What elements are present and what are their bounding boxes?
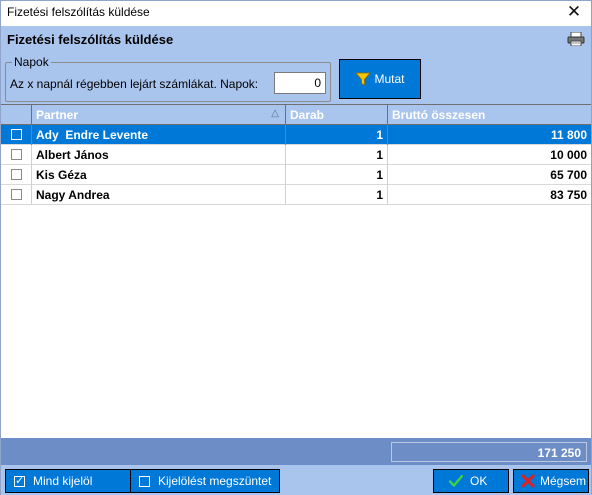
column-header-darab[interactable]: Darab [286,105,388,125]
grid-header: Partner △ Darab Bruttó összesen [1,105,591,125]
brutto-cell: 10 000 [550,148,587,162]
ok-label: OK [470,474,488,488]
show-button[interactable]: Mutat [339,59,421,99]
partner-cell: Kis Géza [32,165,286,185]
column-header-partner-label: Partner [36,108,79,122]
days-label: Az x napnál régebben lejárt számlákat. N… [10,77,259,91]
sort-ascending-icon: △ [271,108,279,119]
ok-button[interactable]: OK [433,469,509,493]
darab-cell: 1 [286,145,388,165]
select-all-label: Mind kijelöl [33,474,93,488]
darab-cell: 1 [286,165,388,185]
table-row[interactable]: Albert János 1 10 000 [1,145,591,165]
checkbox-checked-icon [14,474,25,487]
dialog-window: Fizetési felszólítás küldése ✕ Fizetési … [0,0,592,495]
row-checkbox[interactable] [11,149,22,160]
table-row[interactable]: Ady Endre Levente 1 11 800 [1,125,591,145]
days-group-label: Napok [12,55,51,69]
brutto-cell: 65 700 [550,168,587,182]
dialog-header: Fizetési felszólítás küldése [1,26,591,54]
partner-cell: Ady Endre Levente [32,125,286,145]
row-select-cell [1,185,32,205]
brutto-cell: 83 750 [550,188,587,202]
close-icon[interactable]: ✕ [565,2,583,21]
totals-bar: 171 250 [1,438,591,465]
brutto-cell: 11 800 [550,128,587,142]
window-title: Fizetési felszólítás küldése [7,5,150,19]
partner-cell: Nagy Andrea [32,185,286,205]
darab-cell: 1 [286,125,388,145]
column-header-brutto-label: Bruttó összesen [392,108,486,122]
days-input[interactable]: 0 [274,72,326,94]
check-icon [448,474,464,487]
row-checkbox[interactable] [11,129,22,140]
printer-icon[interactable] [567,32,585,46]
button-bar: Mind kijelöl Kijelölést megszüntet OK Mé… [1,465,591,495]
clear-selection-button[interactable]: Kijelölést megszüntet [130,469,280,493]
title-bar: Fizetési felszólítás küldése ✕ [1,1,591,25]
show-button-label: Mutat [374,72,405,86]
darab-cell: 1 [286,185,388,205]
column-header-darab-label: Darab [290,108,325,122]
row-select-cell [1,165,32,185]
filter-panel: Napok Az x napnál régebben lejárt számlá… [1,54,591,104]
checkbox-column-header [1,105,32,125]
row-checkbox[interactable] [11,189,22,200]
days-group: Napok Az x napnál régebben lejárt számlá… [5,55,331,102]
table-row[interactable]: Nagy Andrea 1 83 750 [1,185,591,205]
row-checkbox[interactable] [11,169,22,180]
row-select-cell [1,125,32,145]
row-select-cell [1,145,32,165]
cancel-button[interactable]: Mégsem [513,469,589,493]
checkbox-unchecked-icon [139,475,150,487]
select-all-button[interactable]: Mind kijelöl [5,469,133,493]
table-row[interactable]: Kis Géza 1 65 700 [1,165,591,185]
column-header-partner[interactable]: Partner △ [32,105,286,125]
partner-cell: Albert János [32,145,286,165]
funnel-icon [355,72,372,86]
cancel-label: Mégsem [540,474,587,488]
partner-grid: Partner △ Darab Bruttó összesen Ady Endr… [1,104,591,438]
column-header-brutto[interactable]: Bruttó összesen [388,105,591,125]
clear-selection-label: Kijelölést megszüntet [158,474,272,488]
dialog-title: Fizetési felszólítás küldése [7,32,174,47]
x-icon [521,474,535,488]
grand-total: 171 250 [391,442,587,462]
